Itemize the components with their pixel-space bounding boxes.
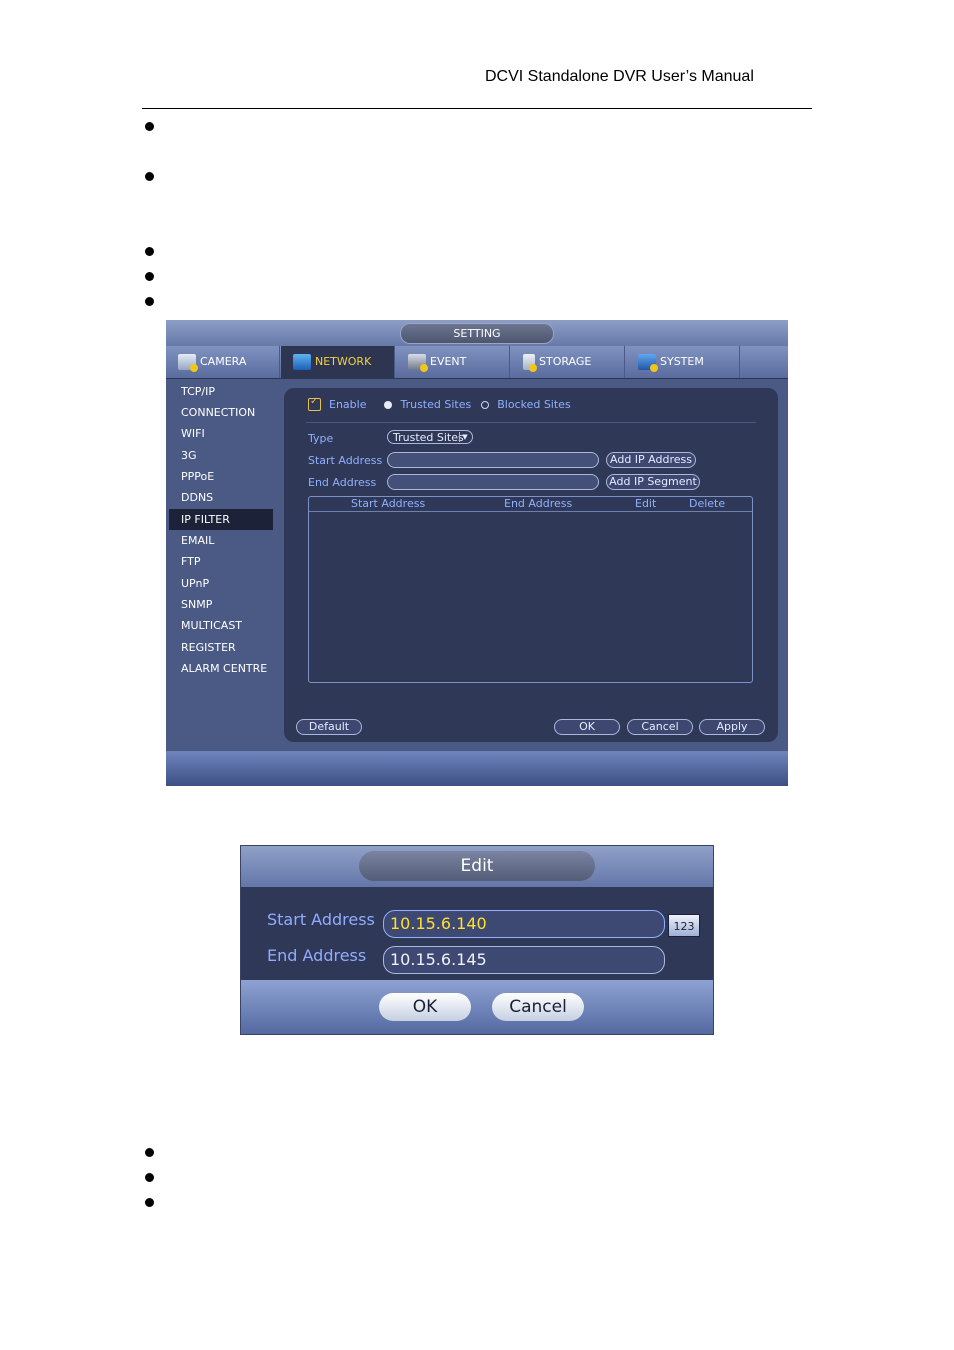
bullet [145, 1198, 154, 1207]
dialog-start-address-input[interactable]: 10.15.6.140 [383, 910, 665, 938]
bullet [145, 272, 154, 281]
bullet [145, 122, 154, 131]
dialog-cancel-button[interactable]: Cancel [492, 993, 584, 1021]
blocked-sites-label: Blocked Sites [497, 398, 571, 411]
dialog-title-bar: Edit [241, 846, 713, 887]
storage-icon [523, 354, 537, 372]
window-footer [166, 751, 788, 786]
tab-system[interactable]: SYSTEM [626, 346, 740, 378]
sidebar-item-connection[interactable]: CONNECTION [169, 402, 273, 423]
column-delete: Delete [689, 497, 726, 510]
setting-window: SETTING CAMERA NETWORK EVENT STORAGE SYS… [166, 320, 788, 786]
dialog-start-address-label: Start Address [267, 910, 375, 929]
sidebar-item-email[interactable]: EMAIL [169, 530, 273, 551]
sidebar-item-snmp[interactable]: SNMP [169, 594, 273, 615]
cancel-button[interactable]: Cancel [627, 719, 693, 735]
dialog-footer [241, 980, 713, 1034]
tab-label: NETWORK [315, 355, 372, 368]
tab-label: EVENT [430, 355, 467, 368]
window-title-bar: SETTING [166, 320, 788, 346]
tab-camera[interactable]: CAMERA [166, 346, 280, 378]
add-ip-segment-button[interactable]: Add IP Segment [606, 474, 700, 490]
divider [306, 422, 756, 423]
add-ip-address-button[interactable]: Add IP Address [606, 452, 696, 468]
enable-checkbox[interactable] [308, 396, 321, 411]
start-address-label: Start Address [308, 454, 383, 467]
default-button[interactable]: Default [296, 719, 362, 735]
sidebar-item-register[interactable]: REGISTER [169, 637, 273, 658]
end-address-input[interactable] [387, 474, 599, 490]
dialog-ok-button[interactable]: OK [379, 993, 471, 1021]
ip-filter-table: Start Address End Address Edit Delete [308, 496, 753, 683]
bullet [145, 1148, 154, 1157]
sidebar-item-alarm-centre[interactable]: ALARM CENTRE [169, 658, 273, 679]
apply-button[interactable]: Apply [699, 719, 765, 735]
sidebar-item-tcpip[interactable]: TCP/IP [169, 381, 273, 402]
blocked-sites-radio[interactable] [481, 400, 490, 409]
header-rule [142, 108, 812, 109]
tab-event[interactable]: EVENT [396, 346, 510, 378]
filter-mode-row: Enable Trusted Sites Blocked Sites [308, 396, 571, 411]
start-address-input[interactable] [387, 452, 599, 468]
sidebar-item-ddns[interactable]: DDNS [169, 487, 273, 508]
type-select-value: Trusted Sites [393, 431, 464, 444]
ok-button[interactable]: OK [554, 719, 620, 735]
dialog-end-address-input[interactable]: 10.15.6.145 [383, 946, 665, 974]
keyboard-button[interactable]: 123 [668, 914, 700, 937]
tab-network[interactable]: NETWORK [281, 346, 395, 378]
tab-label: STORAGE [539, 355, 592, 368]
network-sidebar: TCP/IP CONNECTION WIFI 3G PPPoE DDNS IP … [166, 379, 280, 752]
sidebar-item-3g[interactable]: 3G [169, 445, 273, 466]
sidebar-item-ip-filter[interactable]: IP FILTER [169, 509, 273, 530]
sidebar-item-pppoe[interactable]: PPPoE [169, 466, 273, 487]
bullet [145, 172, 154, 181]
bullet [145, 247, 154, 256]
dialog-end-address-label: End Address [267, 946, 367, 965]
window-title: SETTING [400, 323, 554, 344]
bullet [145, 1173, 154, 1182]
column-start-address: Start Address [351, 497, 426, 510]
dialog-title: Edit [359, 851, 595, 881]
event-icon [408, 354, 428, 372]
chevron-down-icon: ▼ [459, 432, 470, 442]
type-select[interactable]: Trusted Sites ▼ [387, 430, 473, 444]
table-header: Start Address End Address Edit Delete [309, 497, 752, 512]
sidebar-item-upnp[interactable]: UPnP [169, 573, 273, 594]
main-tabs: CAMERA NETWORK EVENT STORAGE SYSTEM [166, 346, 788, 379]
trusted-sites-label: Trusted Sites [400, 398, 472, 411]
ip-filter-panel: Enable Trusted Sites Blocked Sites Type … [284, 388, 778, 742]
network-icon [293, 354, 311, 370]
page-header-title: DCVI Standalone DVR User’s Manual [485, 68, 754, 85]
system-icon [638, 354, 658, 372]
camera-settings-icon [178, 354, 198, 372]
sidebar-item-wifi[interactable]: WIFI [169, 423, 273, 444]
trusted-sites-radio[interactable] [384, 400, 393, 409]
column-end-address: End Address [504, 497, 573, 510]
type-label: Type [308, 432, 334, 445]
sidebar-item-multicast[interactable]: MULTICAST [169, 615, 273, 636]
end-address-label: End Address [308, 476, 377, 489]
column-edit: Edit [635, 497, 657, 510]
tab-storage[interactable]: STORAGE [511, 346, 625, 378]
sidebar-item-ftp[interactable]: FTP [169, 551, 273, 572]
tab-label: SYSTEM [660, 355, 704, 368]
enable-label: Enable [329, 398, 367, 411]
bullet [145, 297, 154, 306]
edit-dialog: Edit Start Address 10.15.6.140 123 End A… [240, 845, 714, 1035]
tab-label: CAMERA [200, 355, 247, 368]
